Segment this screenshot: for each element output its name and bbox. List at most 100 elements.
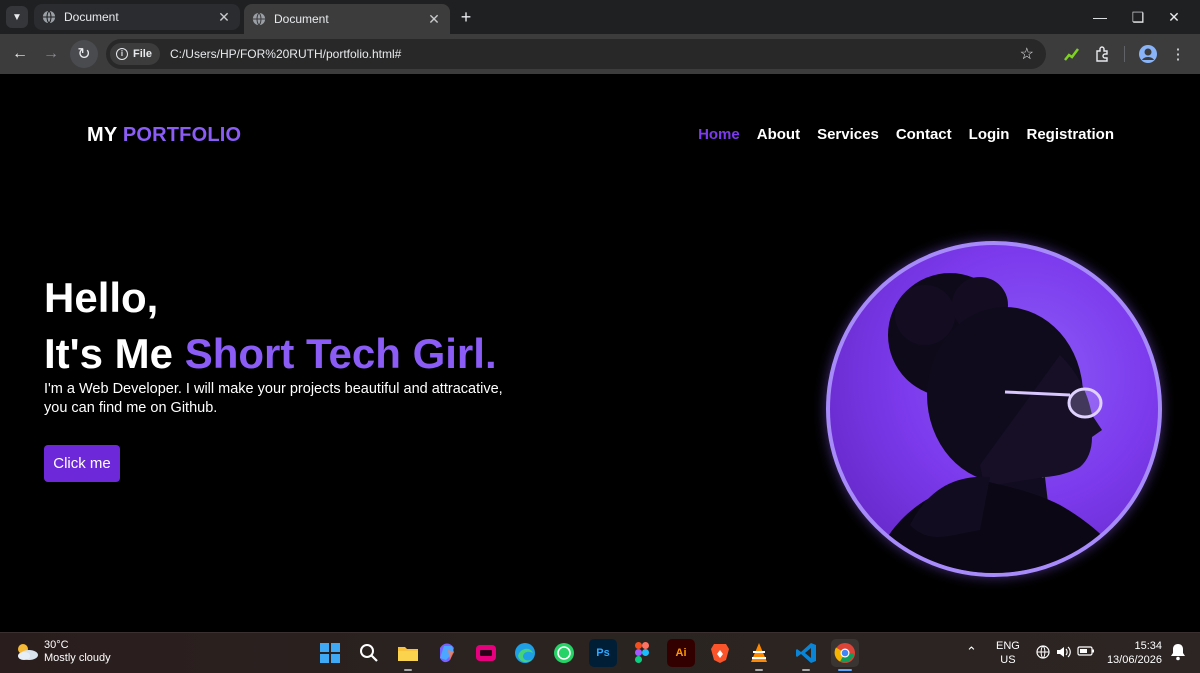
reload-button[interactable]: ↻: [70, 40, 98, 68]
clock-date: 13/06/2026: [1106, 654, 1162, 666]
vlc-app[interactable]: [745, 639, 773, 671]
vscode-app[interactable]: [792, 639, 820, 671]
restore-button[interactable]: ❏: [1120, 0, 1156, 34]
folder-icon: [398, 647, 418, 661]
reload-icon: ↻: [77, 46, 91, 63]
scheme-label: File: [133, 48, 152, 60]
extension-chart-icon[interactable]: [1060, 42, 1084, 66]
vscode-icon: [796, 643, 816, 663]
globe-icon: [42, 10, 56, 24]
network-icon[interactable]: [1036, 645, 1050, 663]
running-indicator: [802, 669, 810, 671]
copilot-app[interactable]: [433, 639, 461, 667]
profile-avatar[interactable]: [1136, 42, 1160, 66]
portfolio-page: MY PORTFOLIO Home About Services Contact…: [0, 74, 1200, 632]
hero-intro: I'm a Web Developer. I will make your pr…: [44, 381, 503, 416]
vlc-icon: [751, 643, 767, 662]
running-indicator: [404, 669, 412, 671]
kebab-menu-icon[interactable]: ⋮: [1166, 42, 1190, 66]
tab-title: Document: [274, 12, 329, 26]
back-button[interactable]: ←: [6, 40, 34, 68]
hero-heading: Hello, It's Me Short Tech Girl.: [44, 270, 497, 382]
battery-icon[interactable]: [1077, 645, 1095, 661]
nav-registration[interactable]: Registration: [1026, 126, 1114, 143]
illustrator-icon: Ai: [675, 647, 687, 659]
address-bar[interactable]: i File C:/Users/HP/FOR%20RUTH/portfolio.…: [106, 39, 1046, 69]
puzzle-extensions-icon[interactable]: [1090, 42, 1114, 66]
close-tab-icon[interactable]: ✕: [216, 9, 232, 26]
weather-widget[interactable]: 30°C Mostly cloudy: [14, 639, 111, 665]
clock-time: 15:34: [1134, 640, 1162, 652]
click-me-button[interactable]: Click me: [44, 445, 120, 482]
tab-document-1[interactable]: Document ✕: [34, 4, 240, 30]
lang-secondary: US: [1000, 654, 1016, 666]
weather-condition: Mostly cloudy: [44, 652, 111, 664]
edge-app[interactable]: [511, 639, 539, 667]
bookmark-star-icon[interactable]: ☆: [1020, 44, 1034, 64]
photoshop-app[interactable]: Ps: [589, 639, 617, 667]
whatsapp-app[interactable]: [550, 639, 578, 667]
figma-icon: [635, 642, 649, 663]
site-info-chip[interactable]: i File: [110, 43, 160, 65]
arrow-left-icon: ←: [12, 45, 28, 62]
toolbar-divider: [1124, 46, 1125, 62]
pink-app[interactable]: [472, 639, 500, 667]
whatsapp-icon: [554, 643, 574, 663]
pink-app-icon: [476, 645, 496, 661]
tab-document-2[interactable]: Document ✕: [244, 4, 450, 34]
chrome-app[interactable]: [831, 639, 859, 671]
photoshop-icon: Ps: [596, 647, 610, 659]
clock[interactable]: 15:34 13/06/2026: [1106, 639, 1162, 667]
tab-title: Document: [64, 10, 119, 24]
nav-login[interactable]: Login: [969, 126, 1010, 143]
site-logo[interactable]: MY PORTFOLIO: [87, 124, 241, 147]
chrome-icon: [834, 643, 855, 663]
language-indicator[interactable]: ENG US: [996, 639, 1020, 667]
nav-about[interactable]: About: [757, 126, 800, 143]
arrow-right-icon: →: [43, 45, 59, 62]
start-button[interactable]: [316, 639, 344, 667]
running-indicator: [755, 669, 763, 671]
main-nav: Home About Services Contact Login Regist…: [698, 126, 1114, 143]
notification-bell-icon[interactable]: [1170, 643, 1186, 665]
lang-primary: ENG: [996, 640, 1020, 652]
brave-icon: [711, 644, 729, 663]
chevron-down-icon: ▼: [12, 11, 22, 23]
windows-icon: [320, 643, 340, 663]
globe-icon: [252, 12, 266, 26]
illustrator-app[interactable]: Ai: [667, 639, 695, 667]
hero-line2-prefix: It's Me: [44, 330, 185, 377]
search-button[interactable]: [355, 639, 383, 667]
edge-icon: [515, 643, 535, 663]
chevron-up-icon[interactable]: ⌃: [966, 645, 977, 659]
cloud-sun-icon: [18, 644, 38, 660]
active-indicator: [838, 669, 852, 671]
minimize-button[interactable]: —: [1082, 0, 1118, 34]
new-tab-button[interactable]: +: [456, 6, 476, 28]
forward-button[interactable]: →: [37, 40, 65, 68]
file-explorer-app[interactable]: [394, 639, 422, 671]
nav-contact[interactable]: Contact: [896, 126, 952, 143]
os-taskbar: 30°C Mostly cloudy Ps Ai ⌃ ENG US 15:34 …: [0, 632, 1200, 673]
info-icon: i: [116, 48, 128, 60]
hero-line1: Hello,: [44, 274, 159, 321]
nav-services[interactable]: Services: [817, 126, 879, 143]
profile-portrait: [826, 241, 1162, 577]
nav-home[interactable]: Home: [698, 126, 740, 143]
weather-temp: 30°C: [44, 639, 69, 651]
brave-app[interactable]: [706, 639, 734, 667]
logo-part-portfolio: PORTFOLIO: [122, 124, 242, 146]
browser-toolbar: ← → ↻ i File C:/Users/HP/FOR%20RUTH/port…: [0, 34, 1200, 74]
url-text[interactable]: C:/Users/HP/FOR%20RUTH/portfolio.html#: [170, 47, 401, 61]
tab-search-button[interactable]: ▼: [6, 6, 28, 28]
logo-part-my: MY: [87, 124, 118, 146]
hero-name: Short Tech Girl.: [184, 330, 497, 377]
portrait-silhouette: [870, 273, 1130, 573]
close-window-button[interactable]: ✕: [1156, 0, 1192, 34]
figma-app[interactable]: [628, 639, 656, 667]
copilot-icon: [440, 643, 454, 663]
volume-icon[interactable]: [1056, 645, 1072, 663]
search-icon: [360, 644, 378, 662]
close-tab-icon[interactable]: ✕: [426, 11, 442, 28]
tab-strip: ▼ Document ✕ Document ✕ + — ❏ ✕: [0, 0, 1200, 34]
